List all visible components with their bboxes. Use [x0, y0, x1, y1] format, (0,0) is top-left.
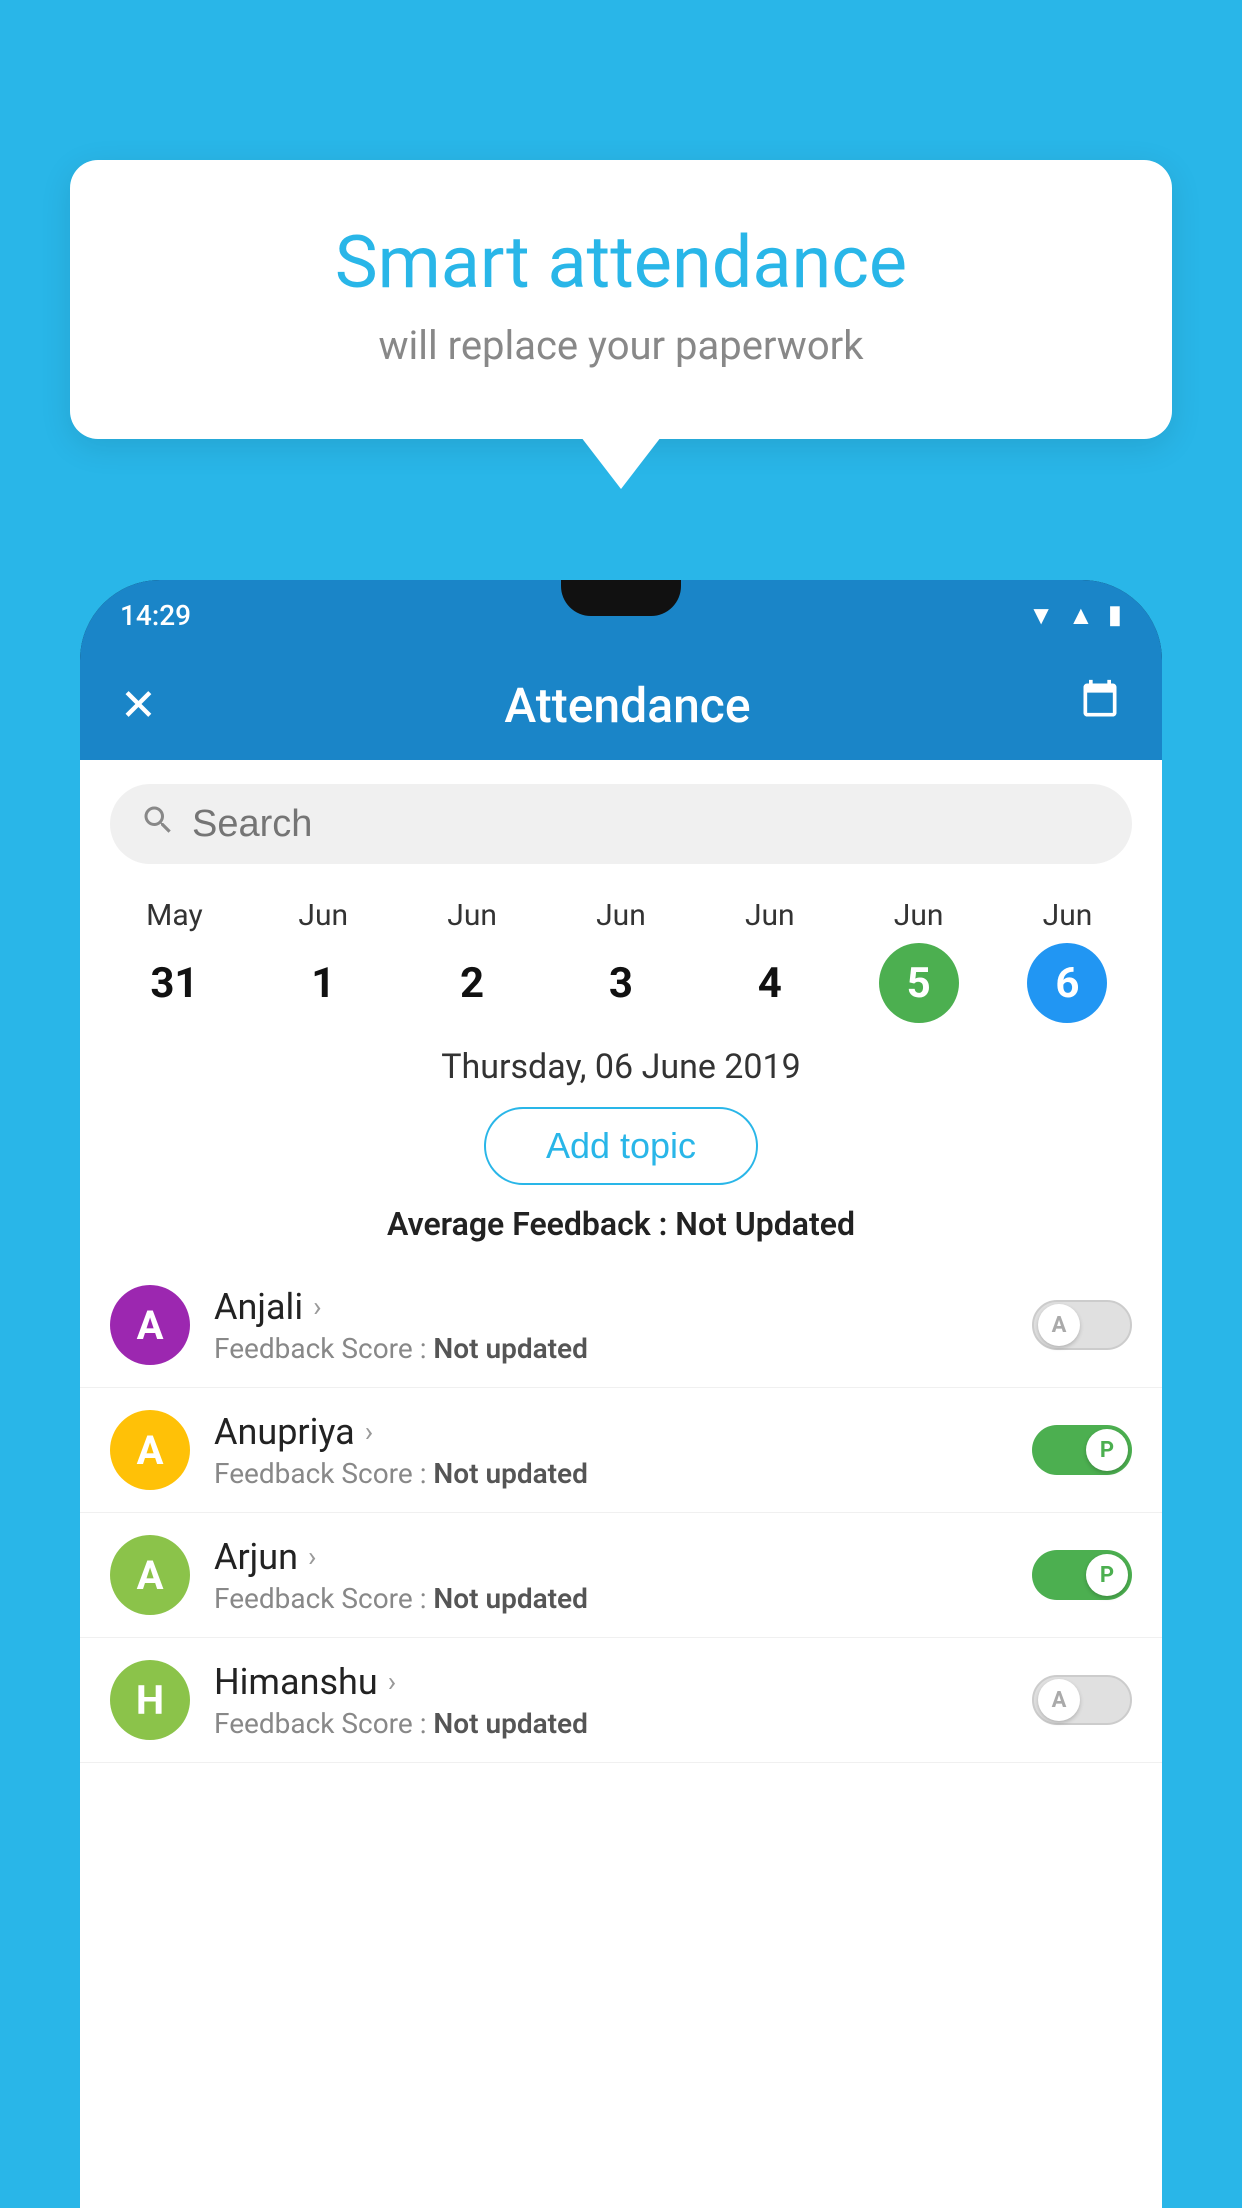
- feedback-score: Feedback Score : Not updated: [214, 1582, 1032, 1615]
- wifi-icon: ▼: [1028, 600, 1054, 631]
- calendar-day[interactable]: Jun 4: [730, 898, 810, 1023]
- calendar-day[interactable]: May 31: [134, 898, 214, 1023]
- speech-bubble-subtitle: will replace your paperwork: [150, 322, 1092, 369]
- calendar-nav-icon[interactable]: [1078, 678, 1122, 733]
- attendance-toggle[interactable]: P: [1032, 1425, 1132, 1475]
- cal-date-label[interactable]: 31: [134, 943, 214, 1023]
- calendar-strip: May 31 Jun 1 Jun 2 Jun 3 Jun 4 Jun 5 Jun 6: [80, 888, 1162, 1023]
- app-bar-title: Attendance: [177, 677, 1078, 734]
- search-icon: [140, 802, 176, 847]
- avatar: H: [110, 1660, 190, 1740]
- calendar-day[interactable]: Jun 5: [879, 898, 959, 1023]
- search-input[interactable]: [192, 803, 1102, 846]
- chevron-right-icon: ›: [313, 1290, 321, 1323]
- avg-feedback-label: Average Feedback :: [387, 1205, 667, 1243]
- cal-date-label[interactable]: 5: [879, 943, 959, 1023]
- chevron-right-icon: ›: [365, 1415, 373, 1448]
- avatar: A: [110, 1535, 190, 1615]
- cal-date-label[interactable]: 4: [730, 943, 810, 1023]
- app-bar: ✕ Attendance: [80, 650, 1162, 760]
- cal-date-label[interactable]: 6: [1027, 943, 1107, 1023]
- cal-date-label[interactable]: 3: [581, 943, 661, 1023]
- student-info: Himanshu › Feedback Score : Not updated: [214, 1661, 1032, 1740]
- status-icons: ▼ ▲ ▮: [1028, 600, 1122, 631]
- cal-month-label: Jun: [894, 898, 944, 933]
- screen-content: May 31 Jun 1 Jun 2 Jun 3 Jun 4 Jun 5 Jun 6 Thursday, …: [80, 760, 1162, 2208]
- feedback-score: Feedback Score : Not updated: [214, 1707, 1032, 1740]
- attendance-toggle[interactable]: P: [1032, 1550, 1132, 1600]
- student-info: Anupriya › Feedback Score : Not updated: [214, 1411, 1032, 1490]
- student-row[interactable]: H Himanshu › Feedback Score : Not updatedA: [80, 1638, 1162, 1763]
- phone-frame: 14:29 ▼ ▲ ▮ ✕ Attendance: [80, 580, 1162, 2208]
- calendar-day[interactable]: Jun 2: [432, 898, 512, 1023]
- cal-month-label: Jun: [1043, 898, 1093, 933]
- avatar: A: [110, 1285, 190, 1365]
- cal-month-label: Jun: [447, 898, 497, 933]
- avg-feedback: Average Feedback : Not Updated: [80, 1205, 1162, 1243]
- student-list: AAnjali ›Feedback Score : Not updatedAAA…: [80, 1263, 1162, 1763]
- avatar: A: [110, 1410, 190, 1490]
- battery-icon: ▮: [1108, 600, 1122, 630]
- phone-inner: 14:29 ▼ ▲ ▮ ✕ Attendance: [80, 580, 1162, 2208]
- feedback-score: Feedback Score : Not updated: [214, 1332, 1032, 1365]
- student-row[interactable]: A Arjun › Feedback Score : Not updatedP: [80, 1513, 1162, 1638]
- cal-date-label[interactable]: 2: [432, 943, 512, 1023]
- student-name: Arjun ›: [214, 1536, 1032, 1578]
- status-bar: 14:29 ▼ ▲ ▮: [80, 580, 1162, 650]
- add-topic-button[interactable]: Add topic: [484, 1107, 758, 1185]
- student-row[interactable]: A Anupriya › Feedback Score : Not updatedP: [80, 1388, 1162, 1513]
- speech-bubble: Smart attendance will replace your paper…: [70, 160, 1172, 439]
- signal-icon: ▲: [1068, 600, 1094, 631]
- calendar-day[interactable]: Jun 1: [283, 898, 363, 1023]
- status-time: 14:29: [120, 599, 191, 632]
- calendar-day[interactable]: Jun 6: [1027, 898, 1107, 1023]
- student-name: Himanshu ›: [214, 1661, 1032, 1703]
- chevron-right-icon: ›: [308, 1540, 316, 1573]
- feedback-score: Feedback Score : Not updated: [214, 1457, 1032, 1490]
- cal-month-label: May: [146, 898, 202, 933]
- speech-bubble-title: Smart attendance: [150, 220, 1092, 306]
- student-name: Anupriya ›: [214, 1411, 1032, 1453]
- selected-date-label: Thursday, 06 June 2019: [80, 1047, 1162, 1087]
- search-bar[interactable]: [110, 784, 1132, 864]
- student-info: Arjun › Feedback Score : Not updated: [214, 1536, 1032, 1615]
- student-name: Anjali ›: [214, 1286, 1032, 1328]
- close-icon[interactable]: ✕: [120, 679, 157, 731]
- cal-month-label: Jun: [596, 898, 646, 933]
- cal-month-label: Jun: [298, 898, 348, 933]
- cal-month-label: Jun: [745, 898, 795, 933]
- cal-date-label[interactable]: 1: [283, 943, 363, 1023]
- chevron-right-icon: ›: [388, 1665, 396, 1698]
- student-row[interactable]: AAnjali ›Feedback Score : Not updatedA: [80, 1263, 1162, 1388]
- avg-feedback-value: Not Updated: [675, 1205, 855, 1243]
- attendance-toggle[interactable]: A: [1032, 1300, 1132, 1350]
- calendar-day[interactable]: Jun 3: [581, 898, 661, 1023]
- student-info: Anjali › Feedback Score : Not updated: [214, 1286, 1032, 1365]
- attendance-toggle[interactable]: A: [1032, 1675, 1132, 1725]
